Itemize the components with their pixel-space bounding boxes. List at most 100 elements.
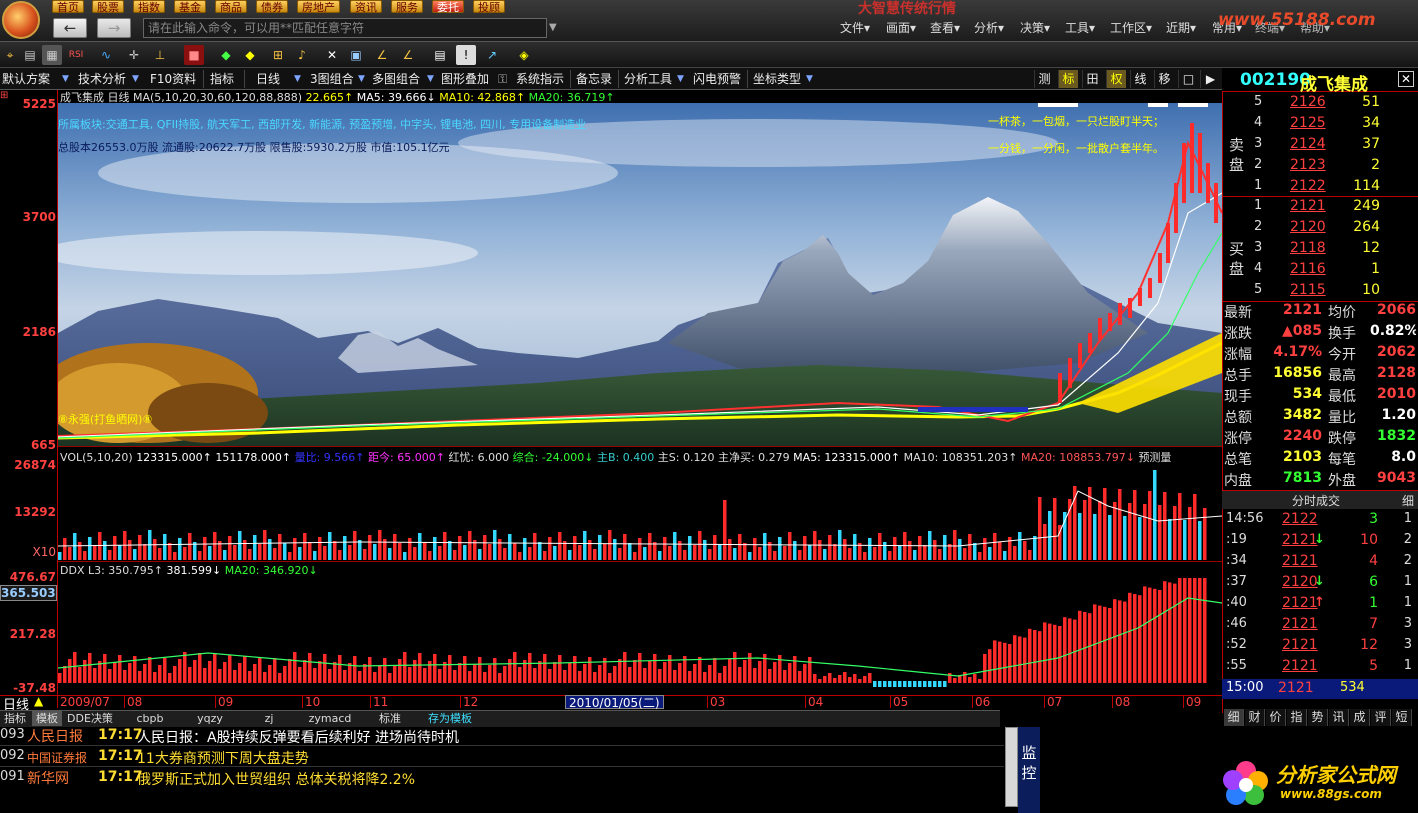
trend-icon[interactable]: ↗ [482,45,502,65]
sell-price[interactable]: 2123 [1290,157,1326,173]
window-button[interactable]: □ [1178,70,1198,88]
angle-icon[interactable]: ∠ [372,45,392,65]
tick-price[interactable]: 2121 [1282,553,1318,569]
news-headline[interactable]: 人民日报：A股持续反弹要看后续利好 进场尚待时机 [137,727,459,747]
command-input[interactable]: 请在此输入命令，可以用**匹配任意字符 [143,18,547,38]
multi-combo-button[interactable]: 多图组合 [372,70,420,88]
news-scrollbar[interactable] [1005,727,1018,807]
news-headline[interactable]: 俄罗斯正式加入世贸组织 总体关税将降2.2% [137,769,415,789]
play-button[interactable]: ▶ [1200,70,1220,88]
market-tab-stocks[interactable]: 股票 [92,0,124,14]
overlay-button[interactable]: 图形叠加 [441,70,489,88]
indicator-tab[interactable]: 指标 [0,711,30,726]
market-tab-trade[interactable]: 委托 [432,0,464,14]
right-tab[interactable]: 评 [1371,709,1391,726]
buy-price[interactable]: 2121 [1290,198,1326,214]
indicator-button[interactable]: 指标 [210,70,234,88]
command-dropdown-icon[interactable]: ▼ [549,19,561,37]
app-logo-icon[interactable] [2,1,40,39]
chevron-down-icon[interactable]: ▼ [62,70,72,88]
chevron-down-icon[interactable]: ▼ [427,70,437,88]
right-tab[interactable]: 短 [1392,709,1412,726]
table-icon[interactable]: ▤ [430,45,450,65]
sell-price[interactable]: 2125 [1290,115,1326,131]
coordinate-type-button[interactable]: 坐标类型 [753,70,801,88]
close-icon[interactable]: ✕ [1398,71,1414,87]
record-icon[interactable]: ■ [184,45,204,65]
grid-icon[interactable]: ▦ [42,45,62,65]
chart-icon[interactable]: ∿ [96,45,116,65]
indicator-tab[interactable]: 存为模板 [420,711,480,726]
grid-toggle-button[interactable]: 田 [1082,70,1102,88]
chevron-down-icon[interactable]: ▼ [358,70,368,88]
market-tab-index[interactable]: 指数 [133,0,165,14]
right-tab[interactable]: 财 [1245,709,1265,726]
tick-price[interactable]: 2121 [1282,595,1318,611]
market-tab-commodity[interactable]: 商品 [215,0,247,14]
flash-alert-button[interactable]: 闪电预警 [693,70,741,88]
market-tab-bond[interactable]: 债券 [256,0,288,14]
news-headline[interactable]: 11大券商预测下周大盘走势 [137,748,309,768]
right-tab[interactable]: 指 [1287,709,1307,726]
indicator-tab[interactable]: DDE决策 [64,711,116,726]
indicator-tab[interactable]: 模板 [32,711,62,726]
draw-icon[interactable]: ▤ [20,45,40,65]
market-tab-realestate[interactable]: 房地产 [297,0,340,14]
chevron-down-icon[interactable]: ▼ [806,70,816,88]
tick-price[interactable]: 2121 [1282,658,1318,674]
monitor-button[interactable]: 监控 [1018,727,1040,813]
combo3-button[interactable]: 3图组合 [310,70,354,88]
menu-workspace[interactable]: 工作区▾ [1110,20,1152,36]
menu-decision[interactable]: 决策▾ [1020,20,1050,36]
news-source[interactable]: 新华网 [27,769,69,790]
scheme-select[interactable]: 默认方案 [2,70,50,88]
f10-button[interactable]: F10资料 [150,70,196,88]
right-tab[interactable]: 势 [1308,709,1328,726]
sell-price[interactable]: 2122 [1290,178,1326,194]
alert-icon[interactable]: ◆ [240,45,260,65]
chevron-down-icon[interactable]: ▼ [132,70,142,88]
market-tab-service[interactable]: 服务 [391,0,423,14]
buy-price[interactable]: 2118 [1290,240,1326,256]
market-tab-home[interactable]: 首页 [52,0,84,14]
menu-view[interactable]: 查看▾ [930,20,960,36]
ruler-icon[interactable]: ⊥ [150,45,170,65]
period-select[interactable]: 日线 [256,70,280,88]
market-tab-advisor[interactable]: 投顾 [473,0,505,14]
menu-analysis[interactable]: 分析▾ [974,20,1004,36]
chevron-down-icon[interactable]: ▼ [677,70,687,88]
indicator-tab[interactable]: 标准 [370,711,410,726]
tick-price[interactable]: 2121 [1282,532,1318,548]
menu-file[interactable]: 文件▾ [840,20,870,36]
tick-price[interactable]: 2121 [1282,637,1318,653]
indicator-tab[interactable]: cbpb [130,711,170,726]
menu-recent[interactable]: 近期▾ [1166,20,1196,36]
system-indicator-button[interactable]: 系统指示 [516,70,564,88]
line-button[interactable]: 线 [1130,70,1150,88]
market-tab-news[interactable]: 资讯 [350,0,382,14]
angle2-icon[interactable]: ∠ [398,45,418,65]
tick-price[interactable]: 2121 [1282,616,1318,632]
candle-icon[interactable]: ⊞ [268,45,288,65]
indicator-tab[interactable]: zj [254,711,284,726]
ddx-chart[interactable] [57,573,1223,693]
tick-price[interactable]: 2120 [1282,574,1318,590]
buy-price[interactable]: 2115 [1290,282,1326,298]
rights-button[interactable]: 权 [1106,70,1126,88]
right-tab[interactable]: 成 [1350,709,1370,726]
sell-price[interactable]: 2126 [1290,94,1326,110]
test-button[interactable]: 测 [1034,70,1054,88]
buy-price[interactable]: 2116 [1290,261,1326,277]
menu-tools[interactable]: 工具▾ [1065,20,1095,36]
rsi-icon[interactable]: RSI [66,45,86,65]
cursor-icon[interactable]: ⌖ [0,45,20,65]
right-tab[interactable]: 细 [1224,709,1244,726]
move-button[interactable]: 移 [1154,70,1174,88]
tick-price[interactable]: 2122 [1282,511,1318,527]
right-tab[interactable]: 价 [1266,709,1286,726]
forward-button[interactable]: → [97,18,131,38]
chevron-down-icon[interactable]: ▼ [294,70,304,88]
bars-icon[interactable]: ◆ [216,45,236,65]
ticks-detail-tab[interactable]: 细 [1402,492,1414,509]
back-button[interactable]: ← [53,18,87,38]
